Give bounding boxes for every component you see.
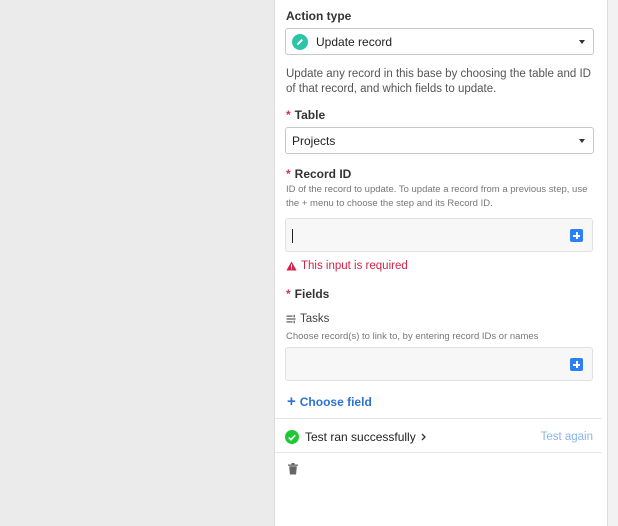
table-select[interactable]: Projects: [285, 127, 594, 154]
trash-icon[interactable]: [288, 463, 298, 475]
action-type-select[interactable]: Update record: [285, 28, 594, 55]
chevron-down-icon: [579, 139, 585, 143]
insert-token-button[interactable]: [570, 229, 583, 242]
warning-icon: [286, 261, 297, 271]
plus-icon: +: [287, 393, 296, 410]
required-marker: *: [286, 167, 291, 181]
insert-token-button[interactable]: [570, 358, 583, 371]
field-name-text: Tasks: [300, 313, 330, 325]
chevron-right-icon[interactable]: [421, 433, 426, 441]
error-text: This input is required: [301, 260, 408, 272]
canvas-area: [0, 0, 274, 526]
table-label: * Table: [286, 108, 325, 122]
divider: [275, 418, 602, 419]
field-tasks-label: Tasks: [286, 313, 329, 325]
chevron-down-icon: [579, 40, 585, 44]
table-value: Projects: [292, 133, 336, 148]
fields-label: * Fields: [286, 287, 329, 301]
field-tasks-input[interactable]: [285, 347, 593, 381]
record-id-label-text: Record ID: [294, 167, 352, 181]
check-circle-icon: [285, 430, 299, 444]
record-id-input[interactable]: [285, 218, 593, 252]
text-cursor: [292, 229, 293, 243]
action-config-panel: Action type Update record Update any rec…: [274, 0, 608, 526]
required-marker: *: [286, 287, 291, 301]
record-id-label: * Record ID: [286, 167, 351, 181]
divider: [275, 452, 602, 453]
test-status-text[interactable]: Test ran successfully: [305, 430, 416, 444]
action-description: Update any record in this base by choosi…: [286, 68, 591, 95]
record-id-error: This input is required: [286, 260, 408, 272]
test-status-row: Test ran successfully Test again: [285, 428, 593, 446]
pencil-icon: [292, 33, 308, 50]
choose-field-label: Choose field: [299, 395, 372, 409]
table-label-text: Table: [294, 108, 326, 122]
field-tasks-hint: Choose record(s) to link to, by entering…: [286, 331, 539, 342]
action-type-label: Action type: [286, 9, 352, 23]
linked-record-icon: [286, 314, 296, 324]
required-marker: *: [286, 108, 291, 122]
fields-label-text: Fields: [294, 287, 330, 301]
action-type-value: Update record: [316, 34, 393, 49]
record-id-hint: ID of the record to update. To update a …: [286, 184, 588, 209]
scrollbar-track[interactable]: [608, 0, 618, 526]
test-again-button[interactable]: Test again: [541, 431, 593, 443]
choose-field-button[interactable]: + Choose field: [287, 393, 372, 410]
